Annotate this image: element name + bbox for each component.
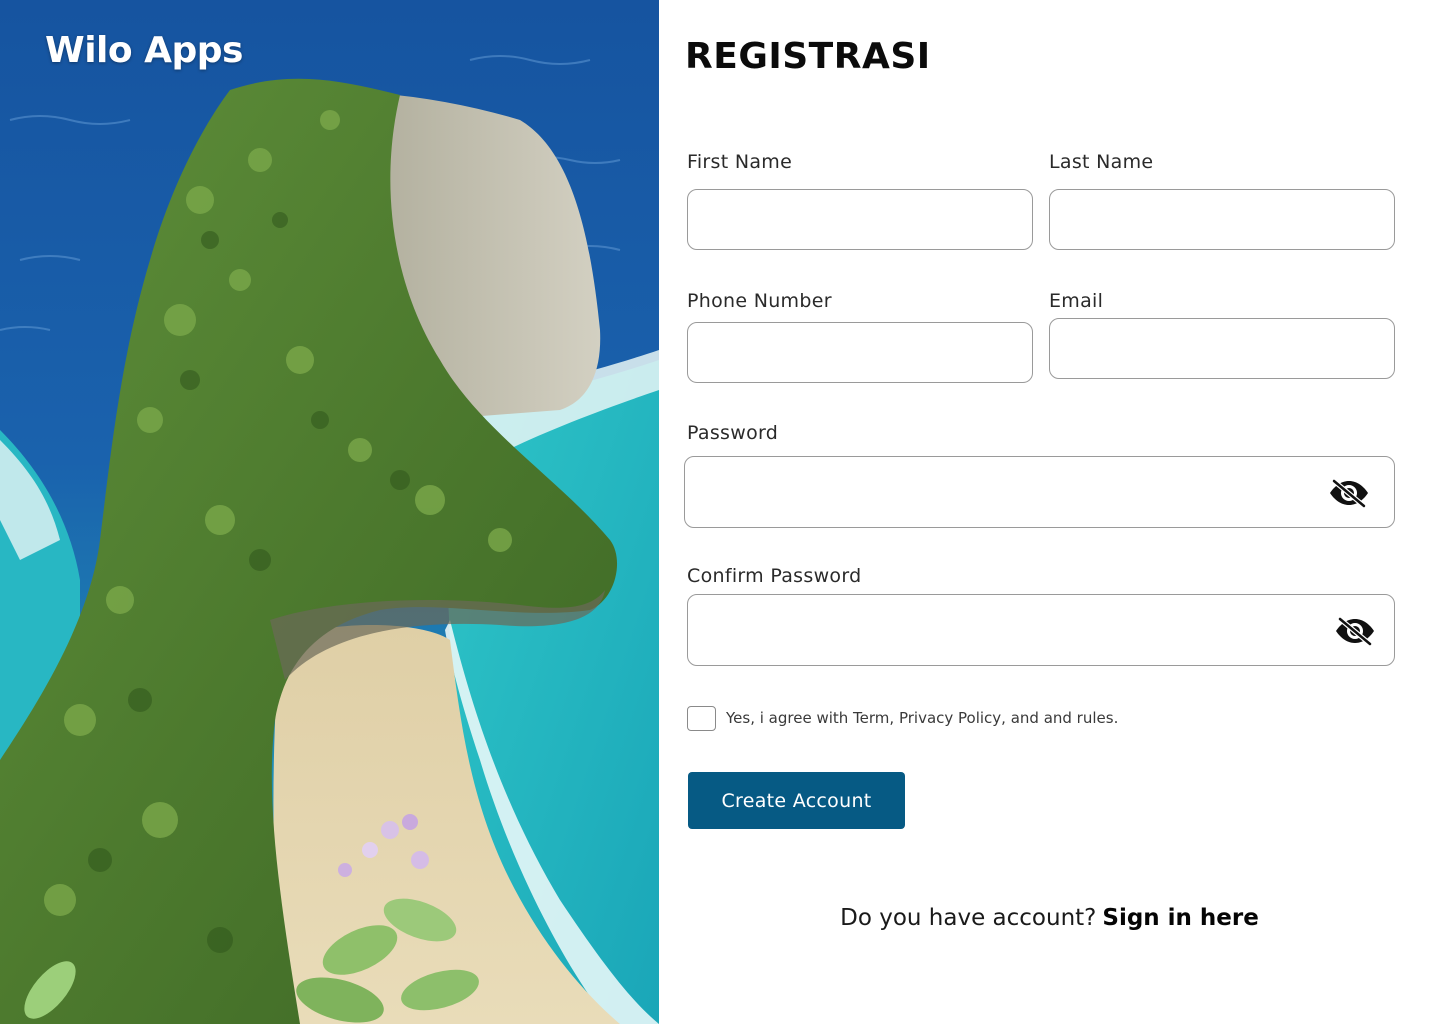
confirm-password-label: Confirm Password <box>687 565 862 587</box>
password-input[interactable] <box>684 456 1395 528</box>
agree-terms-checkbox[interactable] <box>687 706 716 731</box>
brand-logo: Wilo Apps <box>45 30 243 71</box>
create-account-button[interactable]: Create Account <box>688 772 905 829</box>
confirm-password-input[interactable] <box>687 594 1395 666</box>
eye-slash-icon <box>1336 616 1374 646</box>
last-name-input[interactable] <box>1049 189 1395 250</box>
phone-number-label: Phone Number <box>687 290 832 312</box>
last-name-label: Last Name <box>1049 151 1154 173</box>
email-input[interactable] <box>1049 318 1395 379</box>
first-name-input[interactable] <box>687 189 1033 250</box>
eye-slash-icon <box>1330 478 1368 508</box>
toggle-confirm-password-visibility-button[interactable] <box>1334 616 1376 646</box>
agree-terms-label: Yes, i agree with Term, Privacy Policy, … <box>726 709 1119 727</box>
password-label: Password <box>687 422 779 444</box>
phone-number-input[interactable] <box>687 322 1033 383</box>
hero-image: Wilo Apps <box>0 0 659 1024</box>
signin-prompt: Do you have account? Sign in here <box>659 905 1440 931</box>
signin-link[interactable]: Sign in here <box>1102 905 1258 931</box>
first-name-label: First Name <box>687 151 793 173</box>
email-label: Email <box>1049 290 1104 312</box>
signin-question: Do you have account? <box>840 905 1097 931</box>
registration-form: REGISTRASI First Name Last Name Phone Nu… <box>659 0 1440 1024</box>
coastal-cliff-illustration <box>0 0 659 1024</box>
toggle-password-visibility-button[interactable] <box>1328 478 1370 508</box>
page-title: REGISTRASI <box>685 36 931 77</box>
